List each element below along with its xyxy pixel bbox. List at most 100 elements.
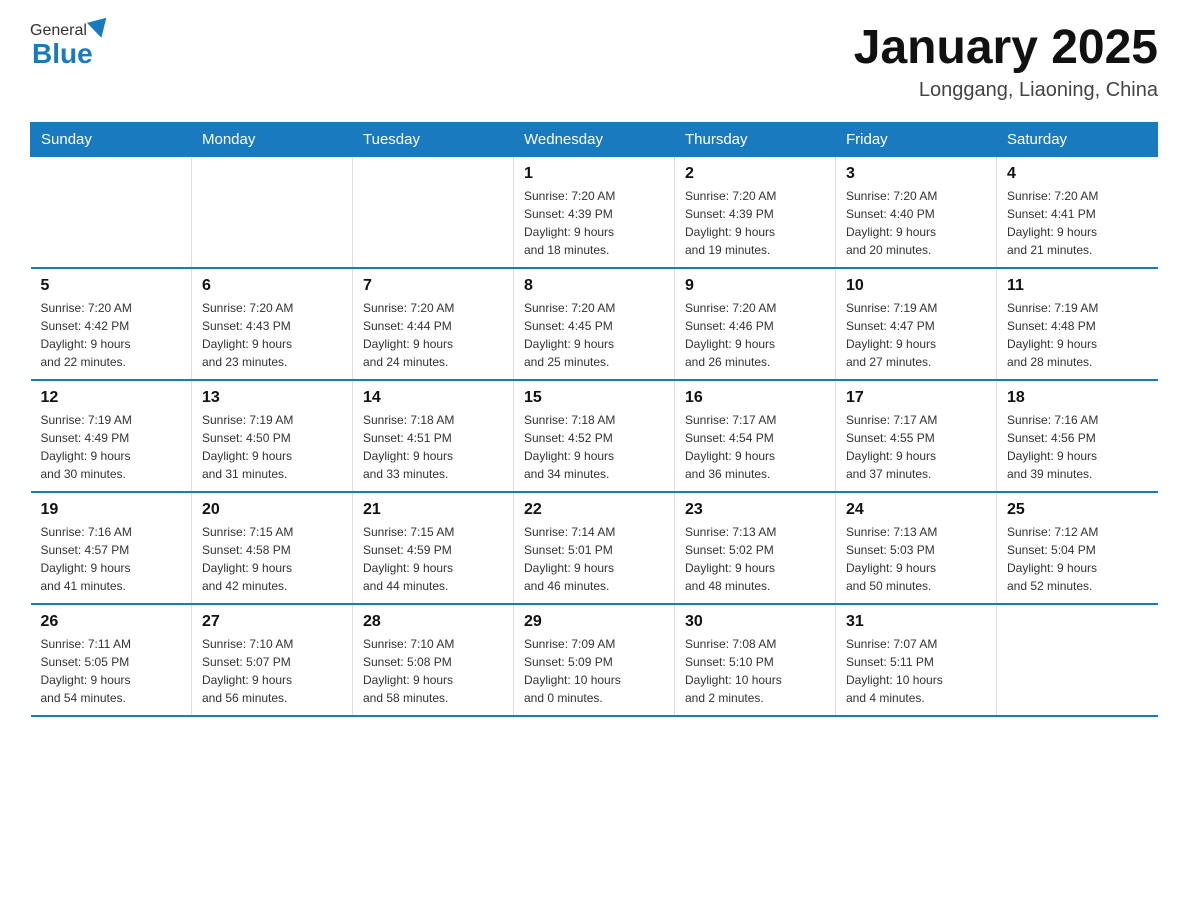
day-info: Sunrise: 7:20 AMSunset: 4:46 PMDaylight:… <box>685 299 825 371</box>
day-number: 31 <box>846 613 986 631</box>
calendar-cell: 18 Sunrise: 7:16 AMSunset: 4:56 PMDayligh… <box>997 380 1158 492</box>
day-number: 21 <box>363 501 503 519</box>
day-info: Sunrise: 7:10 AMSunset: 5:08 PMDaylight:… <box>363 635 503 707</box>
week-row-3: 12 Sunrise: 7:19 AMSunset: 4:49 PMDayligh… <box>31 380 1158 492</box>
weekday-header-wednesday: Wednesday <box>514 123 675 157</box>
day-info: Sunrise: 7:20 AMSunset: 4:39 PMDaylight:… <box>524 187 664 259</box>
weekday-header-row: SundayMondayTuesdayWednesdayThursdayFrid… <box>31 123 1158 157</box>
calendar-cell <box>997 604 1158 716</box>
day-number: 5 <box>41 277 182 295</box>
day-number: 29 <box>524 613 664 631</box>
day-info: Sunrise: 7:19 AMSunset: 4:47 PMDaylight:… <box>846 299 986 371</box>
day-number: 27 <box>202 613 342 631</box>
day-number: 25 <box>1007 501 1148 519</box>
calendar-title: January 2025 <box>854 20 1158 75</box>
day-info: Sunrise: 7:20 AMSunset: 4:41 PMDaylight:… <box>1007 187 1148 259</box>
day-number: 30 <box>685 613 825 631</box>
weekday-header-saturday: Saturday <box>997 123 1158 157</box>
week-row-4: 19 Sunrise: 7:16 AMSunset: 4:57 PMDayligh… <box>31 492 1158 604</box>
day-info: Sunrise: 7:09 AMSunset: 5:09 PMDaylight:… <box>524 635 664 707</box>
day-number: 24 <box>846 501 986 519</box>
calendar-cell: 29 Sunrise: 7:09 AMSunset: 5:09 PMDayligh… <box>514 604 675 716</box>
calendar-cell: 20 Sunrise: 7:15 AMSunset: 4:58 PMDayligh… <box>192 492 353 604</box>
day-info: Sunrise: 7:15 AMSunset: 4:59 PMDaylight:… <box>363 523 503 595</box>
day-number: 15 <box>524 389 664 407</box>
day-info: Sunrise: 7:18 AMSunset: 4:52 PMDaylight:… <box>524 411 664 483</box>
day-info: Sunrise: 7:20 AMSunset: 4:44 PMDaylight:… <box>363 299 503 371</box>
day-info: Sunrise: 7:16 AMSunset: 4:56 PMDaylight:… <box>1007 411 1148 483</box>
calendar-cell: 15 Sunrise: 7:18 AMSunset: 4:52 PMDayligh… <box>514 380 675 492</box>
calendar-cell: 26 Sunrise: 7:11 AMSunset: 5:05 PMDayligh… <box>31 604 192 716</box>
calendar-table: SundayMondayTuesdayWednesdayThursdayFrid… <box>30 122 1158 717</box>
day-number: 1 <box>524 165 664 183</box>
day-number: 22 <box>524 501 664 519</box>
calendar-header: SundayMondayTuesdayWednesdayThursdayFrid… <box>31 123 1158 157</box>
calendar-cell: 21 Sunrise: 7:15 AMSunset: 4:59 PMDayligh… <box>353 492 514 604</box>
day-number: 2 <box>685 165 825 183</box>
day-info: Sunrise: 7:20 AMSunset: 4:39 PMDaylight:… <box>685 187 825 259</box>
calendar-cell: 8Sunrise: 7:20 AMSunset: 4:45 PMDaylight… <box>514 268 675 380</box>
day-number: 18 <box>1007 389 1148 407</box>
day-number: 8 <box>524 277 664 295</box>
day-number: 14 <box>363 389 503 407</box>
day-number: 17 <box>846 389 986 407</box>
day-info: Sunrise: 7:07 AMSunset: 5:11 PMDaylight:… <box>846 635 986 707</box>
day-info: Sunrise: 7:20 AMSunset: 4:42 PMDaylight:… <box>41 299 182 371</box>
weekday-header-sunday: Sunday <box>31 123 192 157</box>
calendar-cell: 19 Sunrise: 7:16 AMSunset: 4:57 PMDayligh… <box>31 492 192 604</box>
day-info: Sunrise: 7:13 AMSunset: 5:02 PMDaylight:… <box>685 523 825 595</box>
day-info: Sunrise: 7:17 AMSunset: 4:54 PMDaylight:… <box>685 411 825 483</box>
day-info: Sunrise: 7:13 AMSunset: 5:03 PMDaylight:… <box>846 523 986 595</box>
calendar-cell: 12 Sunrise: 7:19 AMSunset: 4:49 PMDayligh… <box>31 380 192 492</box>
week-row-5: 26 Sunrise: 7:11 AMSunset: 5:05 PMDayligh… <box>31 604 1158 716</box>
day-info: Sunrise: 7:12 AMSunset: 5:04 PMDaylight:… <box>1007 523 1148 595</box>
calendar-cell <box>31 157 192 269</box>
day-number: 9 <box>685 277 825 295</box>
page-header: General Blue January 2025 Longgang, Liao… <box>30 20 1158 102</box>
calendar-cell: 28 Sunrise: 7:10 AMSunset: 5:08 PMDayligh… <box>353 604 514 716</box>
day-number: 23 <box>685 501 825 519</box>
day-number: 26 <box>41 613 182 631</box>
calendar-cell: 10Sunrise: 7:19 AMSunset: 4:47 PMDayligh… <box>836 268 997 380</box>
day-info: Sunrise: 7:19 AMSunset: 4:49 PMDaylight:… <box>41 411 182 483</box>
calendar-cell: 25 Sunrise: 7:12 AMSunset: 5:04 PMDayligh… <box>997 492 1158 604</box>
calendar-cell: 3Sunrise: 7:20 AMSunset: 4:40 PMDaylight… <box>836 157 997 269</box>
day-number: 13 <box>202 389 342 407</box>
day-info: Sunrise: 7:16 AMSunset: 4:57 PMDaylight:… <box>41 523 182 595</box>
calendar-cell: 24 Sunrise: 7:13 AMSunset: 5:03 PMDayligh… <box>836 492 997 604</box>
weekday-header-monday: Monday <box>192 123 353 157</box>
calendar-cell: 5 Sunrise: 7:20 AMSunset: 4:42 PMDaylight… <box>31 268 192 380</box>
calendar-cell: 6 Sunrise: 7:20 AMSunset: 4:43 PMDaylight… <box>192 268 353 380</box>
logo-blue-text: Blue <box>30 38 93 70</box>
weekday-header-tuesday: Tuesday <box>353 123 514 157</box>
calendar-subtitle: Longgang, Liaoning, China <box>854 79 1158 102</box>
day-number: 19 <box>41 501 182 519</box>
week-row-2: 5 Sunrise: 7:20 AMSunset: 4:42 PMDaylight… <box>31 268 1158 380</box>
weekday-header-friday: Friday <box>836 123 997 157</box>
day-info: Sunrise: 7:15 AMSunset: 4:58 PMDaylight:… <box>202 523 342 595</box>
day-number: 11 <box>1007 277 1148 295</box>
day-number: 4 <box>1007 165 1148 183</box>
calendar-cell: 23 Sunrise: 7:13 AMSunset: 5:02 PMDayligh… <box>675 492 836 604</box>
calendar-cell <box>353 157 514 269</box>
day-number: 28 <box>363 613 503 631</box>
day-info: Sunrise: 7:08 AMSunset: 5:10 PMDaylight:… <box>685 635 825 707</box>
calendar-cell: 13Sunrise: 7:19 AMSunset: 4:50 PMDayligh… <box>192 380 353 492</box>
calendar-cell: 14 Sunrise: 7:18 AMSunset: 4:51 PMDayligh… <box>353 380 514 492</box>
calendar-cell: 7Sunrise: 7:20 AMSunset: 4:44 PMDaylight… <box>353 268 514 380</box>
day-number: 12 <box>41 389 182 407</box>
calendar-cell: 2 Sunrise: 7:20 AMSunset: 4:39 PMDaylight… <box>675 157 836 269</box>
day-number: 16 <box>685 389 825 407</box>
day-number: 3 <box>846 165 986 183</box>
day-info: Sunrise: 7:18 AMSunset: 4:51 PMDaylight:… <box>363 411 503 483</box>
day-info: Sunrise: 7:11 AMSunset: 5:05 PMDaylight:… <box>41 635 182 707</box>
calendar-body: 1 Sunrise: 7:20 AMSunset: 4:39 PMDaylight… <box>31 157 1158 717</box>
calendar-cell: 16 Sunrise: 7:17 AMSunset: 4:54 PMDayligh… <box>675 380 836 492</box>
day-number: 20 <box>202 501 342 519</box>
calendar-cell: 22Sunrise: 7:14 AMSunset: 5:01 PMDayligh… <box>514 492 675 604</box>
logo-triangle-icon <box>87 18 111 41</box>
calendar-cell: 30 Sunrise: 7:08 AMSunset: 5:10 PMDayligh… <box>675 604 836 716</box>
day-info: Sunrise: 7:20 AMSunset: 4:43 PMDaylight:… <box>202 299 342 371</box>
calendar-cell: 11Sunrise: 7:19 AMSunset: 4:48 PMDayligh… <box>997 268 1158 380</box>
day-number: 6 <box>202 277 342 295</box>
